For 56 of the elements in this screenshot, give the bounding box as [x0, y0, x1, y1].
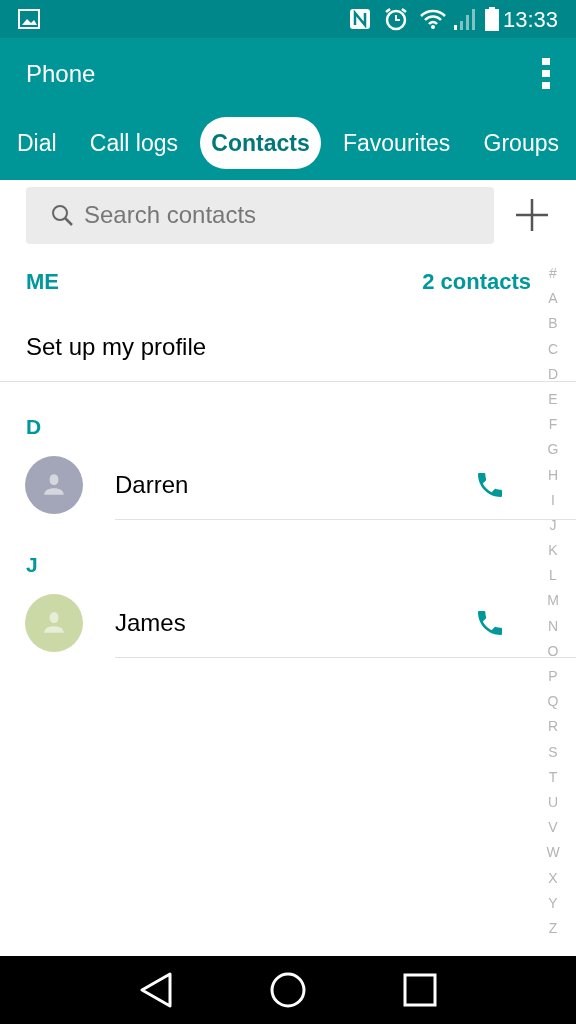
person-icon [41, 471, 67, 498]
home-icon[interactable] [270, 972, 306, 1008]
wifi-icon [418, 8, 447, 30]
section-letter: D [26, 413, 42, 440]
index-letter[interactable]: A [548, 286, 558, 312]
battery-icon [484, 7, 499, 31]
index-letter[interactable]: B [548, 311, 558, 337]
index-letter[interactable]: M [547, 588, 559, 614]
image-icon [18, 9, 40, 29]
index-letter[interactable]: R [547, 714, 559, 740]
tab[interactable]: Call logs [78, 117, 190, 169]
contact-name: Darren [115, 469, 190, 500]
search-icon [50, 202, 74, 227]
index-letter[interactable]: P [548, 664, 558, 690]
tab[interactable]: Dial [6, 117, 68, 169]
index-letter[interactable]: C [547, 336, 559, 362]
profile-setup-link[interactable]: Set up my profile [26, 328, 207, 365]
contact-row[interactable]: Darren [0, 450, 530, 519]
tab[interactable]: Groups [472, 117, 570, 169]
index-letter[interactable]: # [549, 261, 557, 287]
app-title: Phone [26, 59, 97, 89]
index-letter[interactable]: J [549, 512, 557, 539]
index-letter[interactable]: G [547, 437, 559, 463]
tab[interactable]: Contacts [200, 117, 321, 169]
more-options-icon[interactable] [542, 58, 550, 90]
index-letter[interactable]: F [548, 412, 558, 438]
person-icon [41, 609, 67, 636]
index-letter[interactable]: Z [548, 915, 558, 942]
index-letter[interactable]: S [548, 739, 558, 765]
recents-icon[interactable] [403, 973, 438, 1007]
clock-time: 13:33 [502, 5, 558, 34]
index-letter[interactable]: X [548, 865, 558, 891]
index-letter[interactable]: O [547, 638, 559, 664]
nfc-icon [348, 8, 371, 30]
index-letter[interactable]: N [547, 613, 559, 639]
back-icon[interactable] [138, 972, 173, 1008]
index-letter[interactable]: T [548, 764, 558, 790]
contact-name: James [115, 607, 187, 638]
index-letter[interactable]: E [548, 386, 558, 413]
index-letter[interactable]: H [547, 462, 559, 488]
index-letter[interactable]: D [547, 361, 559, 387]
index-letter[interactable]: K [548, 538, 558, 564]
contact-count: 2 contacts [422, 267, 531, 296]
section-header: ME [26, 267, 60, 296]
index-letter[interactable]: Q [547, 689, 559, 715]
index-letter[interactable]: W [546, 840, 560, 866]
add-icon[interactable] [514, 197, 550, 233]
index-letter[interactable]: V [548, 815, 558, 841]
tab[interactable]: Favourites [331, 117, 462, 169]
index-letter[interactable]: Y [548, 890, 558, 916]
contact-row[interactable]: James [0, 588, 530, 657]
index-letter[interactable]: U [547, 789, 559, 816]
index-letter[interactable]: L [549, 563, 557, 589]
signal-icon [452, 7, 477, 31]
search-field[interactable]: Search contacts [26, 186, 494, 244]
section-letter: J [26, 551, 38, 578]
